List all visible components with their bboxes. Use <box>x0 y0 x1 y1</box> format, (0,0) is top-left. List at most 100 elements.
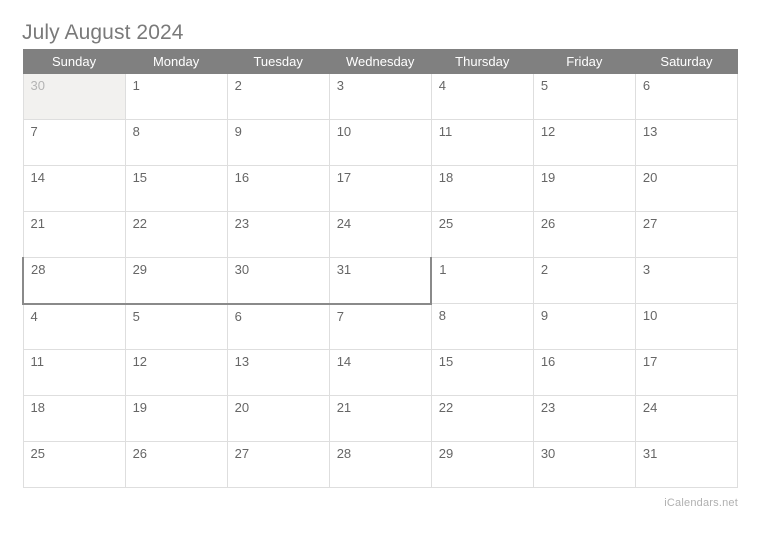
day-number: 27 <box>642 216 658 231</box>
calendar-day-cell[interactable]: 25 <box>22 441 126 488</box>
calendar-day-cell[interactable]: 3 <box>634 257 739 304</box>
weekday-header-monday: Monday <box>124 49 228 74</box>
calendar-day-cell[interactable]: 24 <box>634 395 739 442</box>
calendar-day-cell[interactable]: 21 <box>22 211 126 258</box>
day-number: 10 <box>642 308 658 323</box>
calendar-day-cell[interactable]: 29 <box>430 441 534 488</box>
day-number: 31 <box>642 446 658 461</box>
day-number: 7 <box>30 124 38 139</box>
calendar-day-cell[interactable]: 19 <box>532 165 636 212</box>
calendar-day-cell[interactable]: 25 <box>430 211 534 258</box>
day-number: 20 <box>234 400 250 415</box>
calendar-day-cell[interactable]: 1 <box>124 73 228 120</box>
calendar-day-cell[interactable]: 4 <box>430 73 534 120</box>
calendar-day-cell[interactable]: 16 <box>226 165 330 212</box>
calendar-day-cell[interactable]: 16 <box>532 349 636 396</box>
day-number: 8 <box>132 124 140 139</box>
calendar-day-cell[interactable]: 26 <box>532 211 636 258</box>
calendar-day-cell[interactable]: 30 <box>226 257 330 305</box>
calendar-day-cell[interactable]: 31 <box>328 257 433 305</box>
calendar-day-cell[interactable]: 23 <box>532 395 636 442</box>
day-number: 3 <box>642 262 651 277</box>
day-number: 30 <box>234 262 250 277</box>
day-number: 11 <box>438 124 453 139</box>
calendar-day-cell[interactable]: 23 <box>226 211 330 258</box>
day-number: 24 <box>336 216 352 231</box>
calendar-day-cell[interactable]: 7 <box>22 119 126 166</box>
day-number: 22 <box>438 400 454 415</box>
calendar-day-cell[interactable]: 30 <box>22 73 126 120</box>
day-number: 11 <box>30 354 45 369</box>
calendar-day-cell[interactable]: 18 <box>430 165 534 212</box>
calendar-page: July August 2024 Sunday Monday Tuesday W… <box>0 0 768 543</box>
day-number: 13 <box>642 124 658 139</box>
day-number: 19 <box>540 170 556 185</box>
calendar-day-cell[interactable]: 27 <box>634 211 739 258</box>
day-number: 15 <box>438 354 454 369</box>
calendar-day-cell[interactable]: 8 <box>124 119 228 166</box>
calendar-day-cell[interactable]: 10 <box>634 303 739 350</box>
calendar-day-cell[interactable]: 28 <box>21 257 126 305</box>
calendar-day-cell[interactable]: 14 <box>328 349 432 396</box>
calendar-day-cell[interactable]: 27 <box>226 441 330 488</box>
day-number: 1 <box>439 262 447 277</box>
calendar-day-cell[interactable]: 2 <box>226 73 330 120</box>
calendar-day-cell[interactable]: 2 <box>532 257 636 304</box>
day-number: 7 <box>336 308 344 324</box>
calendar-day-cell[interactable]: 9 <box>226 119 330 166</box>
calendar-day-cell[interactable]: 13 <box>634 119 739 166</box>
calendar-day-cell[interactable]: 11 <box>430 119 534 166</box>
calendar-day-cell[interactable]: 7 <box>328 303 432 350</box>
calendar-day-cell[interactable]: 18 <box>22 395 126 442</box>
calendar-day-cell[interactable]: 22 <box>430 395 534 442</box>
calendar-day-cell[interactable]: 15 <box>430 349 534 396</box>
calendar-day-cell[interactable]: 15 <box>124 165 228 212</box>
calendar-day-cell[interactable]: 14 <box>22 165 126 212</box>
calendar-week-row: 4 5 6 7 8 9 10 <box>22 303 739 350</box>
calendar-header-row-group: Sunday Monday Tuesday Wednesday Thursday… <box>22 49 739 74</box>
calendar-day-cell[interactable]: 17 <box>328 165 432 212</box>
calendar-day-cell[interactable]: 9 <box>532 303 636 350</box>
day-number: 16 <box>234 170 250 185</box>
calendar-day-cell[interactable]: 21 <box>328 395 432 442</box>
calendar-day-cell[interactable]: 4 <box>22 303 126 350</box>
calendar-week-row: 14 15 16 17 18 19 20 <box>22 165 739 212</box>
calendar-day-cell[interactable]: 28 <box>328 441 432 488</box>
calendar-day-cell[interactable]: 12 <box>532 119 636 166</box>
day-number: 2 <box>540 262 549 277</box>
calendar-week-row: 11 12 13 14 15 16 17 <box>22 349 739 396</box>
calendar-day-cell[interactable]: 22 <box>124 211 228 258</box>
calendar-day-cell[interactable]: 17 <box>634 349 739 396</box>
calendar-day-cell[interactable]: 29 <box>124 257 228 305</box>
calendar-day-cell[interactable]: 19 <box>124 395 228 442</box>
calendar-day-cell[interactable]: 1 <box>430 257 534 304</box>
calendar-day-cell[interactable]: 20 <box>634 165 739 212</box>
day-number: 8 <box>438 308 446 323</box>
day-number: 5 <box>132 308 140 324</box>
weekday-header-sunday: Sunday <box>22 49 126 74</box>
calendar-day-cell[interactable]: 8 <box>430 303 534 350</box>
day-number: 6 <box>642 78 651 93</box>
page-title: July August 2024 <box>22 21 184 44</box>
calendar-week-row: 25 26 27 28 29 30 31 <box>22 441 739 488</box>
calendar-day-cell[interactable]: 13 <box>226 349 330 396</box>
day-number: 29 <box>132 262 148 277</box>
calendar-day-cell[interactable]: 31 <box>634 441 739 488</box>
calendar-day-cell[interactable]: 5 <box>532 73 636 120</box>
weekday-header-row: Sunday Monday Tuesday Wednesday Thursday… <box>22 49 739 74</box>
calendar-day-cell[interactable]: 12 <box>124 349 228 396</box>
weekday-header-wednesday: Wednesday <box>328 49 432 74</box>
calendar-day-cell[interactable]: 3 <box>328 73 432 120</box>
calendar-day-cell[interactable]: 30 <box>532 441 636 488</box>
calendar-day-cell[interactable]: 10 <box>328 119 432 166</box>
calendar-day-cell[interactable]: 5 <box>124 303 228 350</box>
day-number: 4 <box>438 78 446 93</box>
calendar-day-cell[interactable]: 26 <box>124 441 228 488</box>
calendar-day-cell[interactable]: 20 <box>226 395 330 442</box>
calendar-day-cell[interactable]: 11 <box>22 349 126 396</box>
calendar-day-cell[interactable]: 6 <box>226 303 330 350</box>
day-number: 30 <box>30 78 45 93</box>
calendar-day-cell[interactable]: 24 <box>328 211 432 258</box>
calendar-day-cell[interactable]: 6 <box>634 73 739 120</box>
day-number: 31 <box>336 262 352 277</box>
